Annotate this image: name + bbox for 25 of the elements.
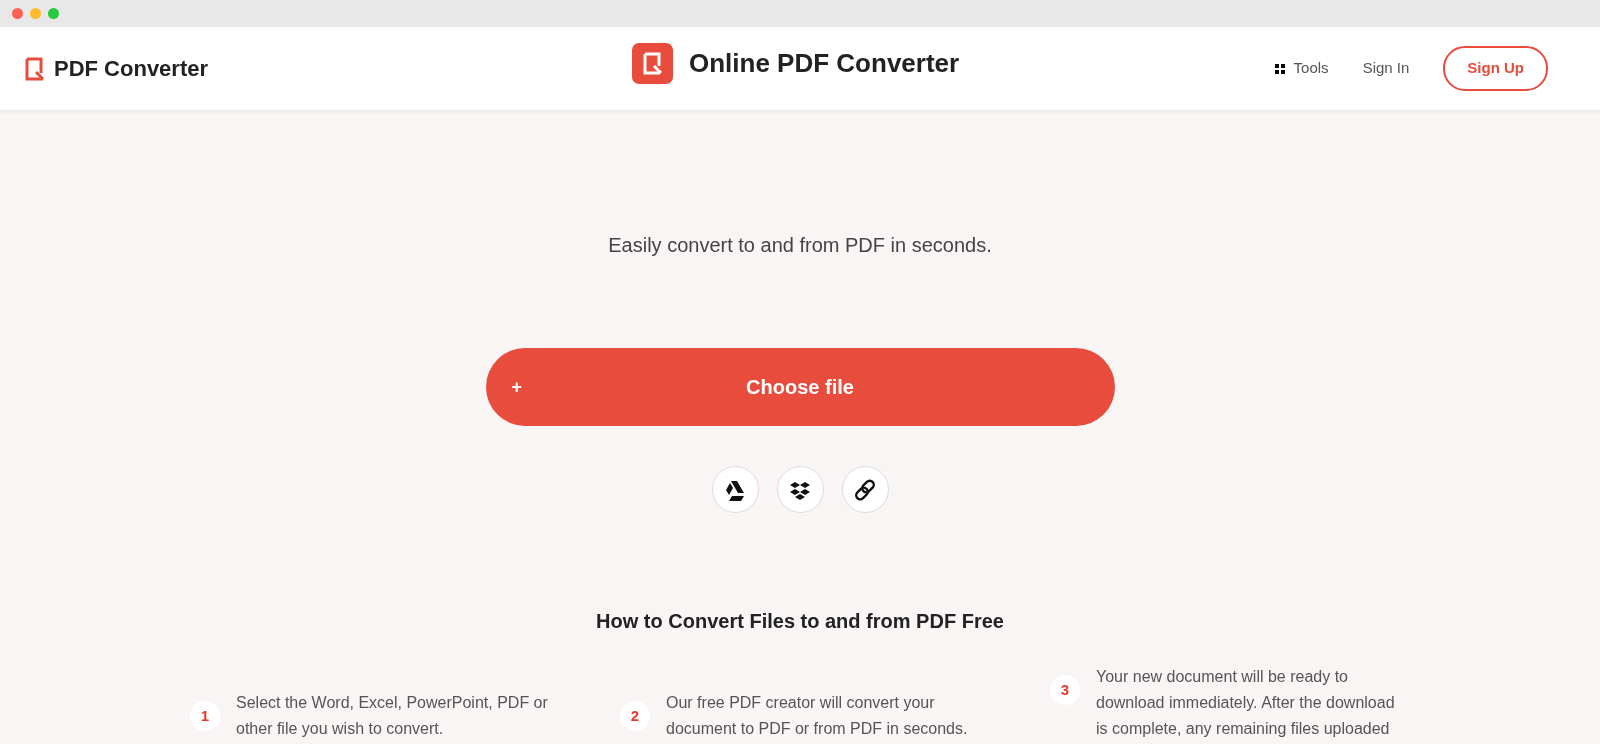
- drive-icon: [724, 478, 746, 501]
- step-text: Our free PDF creator will convert your document to PDF or from PDF in seconds.: [666, 693, 969, 739]
- step-text: Your new document will be ready to download immediately. After the download is complete, any remaining files uploaded: [1096, 667, 1396, 739]
- drive-button[interactable]: [711, 466, 759, 513]
- link-button[interactable]: [841, 466, 889, 513]
- step-number: 2: [620, 701, 650, 731]
- step-number: 1: [190, 701, 220, 731]
- choose-file-button[interactable]: + Choose file: [485, 348, 1115, 426]
- grid-icon: [1274, 63, 1285, 74]
- step-text: Select the Word, Excel, PowerPoint, PDF or other file you wish to convert.: [236, 693, 549, 739]
- tagline: Easily convert to and from PDF in seconds.: [607, 233, 993, 258]
- tools-menu[interactable]: Tools: [1274, 57, 1329, 80]
- sign-up-button[interactable]: Sign Up: [1443, 46, 1548, 91]
- link-icon: [854, 478, 876, 501]
- site-title: Online PDF Converter: [689, 47, 960, 80]
- minimize-dot[interactable]: [30, 8, 41, 19]
- dropbox-button[interactable]: [776, 466, 824, 513]
- logo-icon: [632, 43, 673, 84]
- section-heading: How to Convert Files to and from PDF Free: [595, 609, 1005, 634]
- logo-icon: [24, 56, 46, 81]
- brand-name[interactable]: PDF Converter: [54, 52, 209, 85]
- maximize-dot[interactable]: [48, 8, 59, 19]
- sign-in-link[interactable]: Sign In: [1362, 57, 1410, 80]
- step-number: 3: [1050, 675, 1080, 705]
- close-dot[interactable]: [12, 8, 23, 19]
